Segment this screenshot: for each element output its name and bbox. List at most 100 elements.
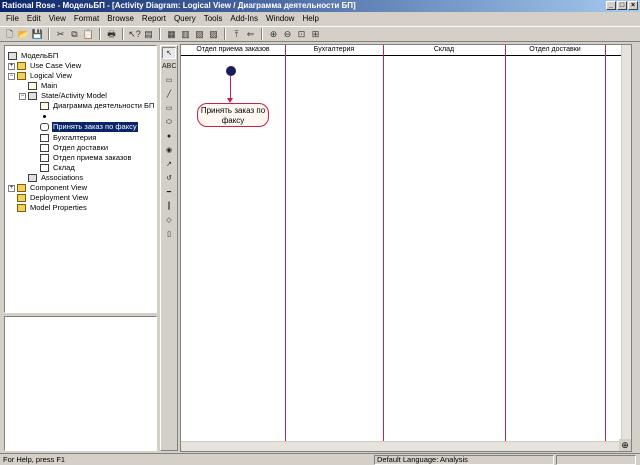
menu-help[interactable]: Help xyxy=(298,12,322,25)
tree-item-logical-view[interactable]: − Logical View xyxy=(8,71,73,81)
browse-interaction-icon[interactable]: ▥ xyxy=(179,28,192,41)
window-title: Rational Rose - МодельБП - [Activity Dia… xyxy=(2,1,356,10)
swimlane-divider[interactable] xyxy=(605,45,606,451)
paste-icon[interactable]: 📋 xyxy=(82,28,95,41)
menu-query[interactable]: Query xyxy=(170,12,200,25)
context-help-icon[interactable]: ↖? xyxy=(128,28,141,41)
browse-component-icon[interactable]: ▧ xyxy=(193,28,206,41)
menu-format[interactable]: Format xyxy=(70,12,103,25)
menu-file[interactable]: File xyxy=(2,12,23,25)
swimlane-header-accounting[interactable]: Бухгалтерия xyxy=(285,45,383,55)
tree-item-start-state[interactable] xyxy=(40,111,54,121)
swimlane-divider[interactable] xyxy=(383,45,384,451)
tree-item-component-view[interactable]: + Component View xyxy=(8,183,88,193)
swimlane-header-warehouse[interactable]: Склад xyxy=(383,45,505,55)
tree-item-main[interactable]: Main xyxy=(28,81,58,91)
swimlane-divider[interactable] xyxy=(285,45,286,451)
tree-item-swimlane-accounting[interactable]: Бухгалтерия xyxy=(40,133,97,143)
toolbar-separator xyxy=(159,28,161,40)
maximize-button[interactable]: □ xyxy=(617,1,627,10)
activity-label: Принять заказ по факсу xyxy=(200,106,266,125)
tree-item-activity-diagram[interactable]: Диаграмма деятельности БП xyxy=(40,101,155,111)
menu-edit[interactable]: Edit xyxy=(23,12,45,25)
print-icon[interactable]: 🖶 xyxy=(105,28,118,41)
state-transition-icon[interactable]: ↗ xyxy=(162,159,176,171)
tree-item-swimlane-delivery[interactable]: Отдел доставки xyxy=(40,143,109,153)
tree-item-deployment-view[interactable]: Deployment View xyxy=(17,193,89,203)
note-icon[interactable]: ▭ xyxy=(162,75,176,87)
tree-item-associations[interactable]: Associations xyxy=(28,173,84,183)
activity-receive-fax-order[interactable]: Принять заказ по факсу xyxy=(197,103,269,127)
vertical-sync-icon[interactable]: ┃ xyxy=(162,201,176,213)
end-state-icon[interactable]: ◉ xyxy=(162,145,176,157)
browse-previous-icon[interactable]: ⇐ xyxy=(244,28,257,41)
toolbar-separator xyxy=(261,28,263,40)
open-icon[interactable]: 📂 xyxy=(17,28,30,41)
documentation-window[interactable] xyxy=(4,316,157,451)
minimize-button[interactable]: _ xyxy=(606,1,616,10)
text-box-icon[interactable]: ABC xyxy=(162,61,176,73)
tree-item-label: Бухгалтерия xyxy=(53,133,97,142)
tree-item-label: Logical View xyxy=(30,71,72,80)
activity-icon[interactable]: ⬭ xyxy=(162,117,176,129)
swimlane-divider[interactable] xyxy=(505,45,506,451)
browse-class-icon[interactable]: ▦ xyxy=(165,28,178,41)
status-help-text: For Help, press F1 xyxy=(3,455,66,464)
tree-item-label: Component View xyxy=(30,183,87,192)
collapse-icon[interactable]: − xyxy=(19,92,26,100)
zoom-out-icon[interactable]: ⊖ xyxy=(281,28,294,41)
tree-item-label: State/Activity Model xyxy=(41,91,107,100)
browse-parent-icon[interactable]: ⤒ xyxy=(230,28,243,41)
transition-to-self-icon[interactable]: ↺ xyxy=(162,173,176,185)
tree-item-swimlane-orders[interactable]: Отдел приема заказов xyxy=(40,153,132,163)
tree-item-label: Принять заказ по факсу xyxy=(52,122,138,132)
horizontal-scrollbar[interactable] xyxy=(181,441,621,451)
menu-window[interactable]: Window xyxy=(262,12,298,25)
cut-icon[interactable]: ✂ xyxy=(54,28,67,41)
copy-icon[interactable]: ⧉ xyxy=(68,28,81,41)
decision-icon[interactable]: ◇ xyxy=(162,215,176,227)
close-button[interactable]: × xyxy=(628,1,638,10)
swimlane-header-delivery[interactable]: Отдел доставки xyxy=(505,45,605,55)
transition-line[interactable] xyxy=(230,76,231,100)
tree-item-model[interactable]: МодельБП xyxy=(8,51,59,61)
horizontal-sync-icon[interactable]: ━ xyxy=(162,187,176,199)
fit-window-icon[interactable]: ⊡ xyxy=(295,28,308,41)
menu-add-ins[interactable]: Add-Ins xyxy=(226,12,262,25)
tree-item-state-activity-model[interactable]: − State/Activity Model xyxy=(19,91,108,101)
swimlane-icon[interactable]: ▯ xyxy=(162,229,176,241)
tree-item-activity-fax[interactable]: Принять заказ по факсу xyxy=(40,122,138,132)
model-browser[interactable]: МодельБП + Use Case View − Logical View … xyxy=(4,45,157,313)
state-icon[interactable]: ▭ xyxy=(162,103,176,115)
selection-tool-icon[interactable]: ↖ xyxy=(162,47,176,59)
navigator-icon[interactable]: ⊕ xyxy=(619,439,631,451)
swimlane-headers: Отдел приема заказов Бухгалтерия Склад О… xyxy=(181,45,631,55)
anchor-note-icon[interactable]: ╱ xyxy=(162,89,176,101)
start-state[interactable] xyxy=(226,66,236,76)
zoom-in-icon[interactable]: ⊕ xyxy=(267,28,280,41)
view-doc-icon[interactable]: ▤ xyxy=(142,28,155,41)
new-icon[interactable]: 🗋 xyxy=(3,28,16,41)
tree-item-model-properties[interactable]: Model Properties xyxy=(17,203,88,213)
start-state-icon[interactable]: ● xyxy=(162,131,176,143)
expand-icon[interactable]: + xyxy=(8,62,15,70)
swimlane-header-orders[interactable]: Отдел приема заказов xyxy=(181,45,285,55)
browse-deployment-icon[interactable]: ▨ xyxy=(207,28,220,41)
toolbar-separator xyxy=(122,28,124,40)
menu-browse[interactable]: Browse xyxy=(103,12,138,25)
tree-item-use-case-view[interactable]: + Use Case View xyxy=(8,61,82,71)
menu-tools[interactable]: Tools xyxy=(200,12,227,25)
status-bar: For Help, press F1 Default Language: Ana… xyxy=(0,453,640,465)
tree-item-swimlane-warehouse[interactable]: Склад xyxy=(40,163,76,173)
vertical-scrollbar[interactable] xyxy=(621,45,631,443)
menu-report[interactable]: Report xyxy=(138,12,170,25)
menu-view[interactable]: View xyxy=(45,12,70,25)
collapse-icon[interactable]: − xyxy=(8,72,15,80)
menu-bar: File Edit View Format Browse Report Quer… xyxy=(0,12,640,25)
undo-fit-icon[interactable]: ⊞ xyxy=(309,28,322,41)
tree-item-label: Use Case View xyxy=(30,61,82,70)
diagram-canvas[interactable]: Отдел приема заказов Бухгалтерия Склад О… xyxy=(180,44,632,452)
expand-icon[interactable]: + xyxy=(8,184,15,192)
standard-toolbar: 🗋 📂 💾 ✂ ⧉ 📋 🖶 ↖? ▤ ▦ ▥ ▧ ▨ ⤒ ⇐ ⊕ ⊖ ⊡ ⊞ xyxy=(0,26,640,42)
save-icon[interactable]: 💾 xyxy=(31,28,44,41)
